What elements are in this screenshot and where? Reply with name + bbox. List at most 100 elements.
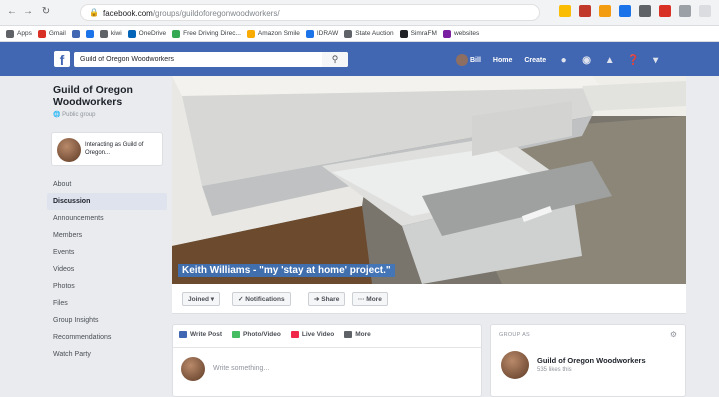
facebook-logo-icon[interactable]: f: [54, 51, 70, 68]
sidebar-item-members[interactable]: Members: [47, 227, 167, 244]
notifications-bell-icon[interactable]: ▲: [604, 55, 615, 66]
sidebar-item-recommendations[interactable]: Recommendations: [47, 329, 167, 346]
apps-grid-icon: [6, 29, 14, 38]
grid-bookmark-icon: [85, 29, 94, 38]
composer-input[interactable]: Write something...: [213, 365, 269, 372]
composer-tabs: Write Post Photo/Video Live Video More: [179, 331, 371, 338]
gear-icon[interactable]: ⚙: [670, 330, 677, 339]
sidebar-item-videos[interactable]: Videos: [47, 261, 167, 278]
bookmark-facebook[interactable]: [71, 29, 80, 38]
search-icon[interactable]: ⚲: [322, 52, 348, 67]
bookmark-label: Gmail: [48, 30, 66, 37]
reload-icon[interactable]: ↻: [40, 6, 52, 18]
forward-arrow-icon[interactable]: →: [22, 6, 34, 18]
bookmark-kiwi[interactable]: kiwi: [99, 29, 122, 38]
star-icon[interactable]: [559, 5, 571, 17]
browser-toolbar: ← → ↻ 🔒 facebook.com/groups/guildoforego…: [0, 0, 719, 26]
tab-label: Live Video: [301, 331, 335, 338]
cover-caption: Keith Williams - "my 'stay at home' proj…: [178, 264, 395, 277]
card-label: GROUP AS: [499, 332, 531, 338]
bookmark-label: Free Driving Direc...: [183, 30, 241, 37]
page-likes: 535 likes this: [537, 367, 572, 373]
menu-dots-icon[interactable]: [699, 5, 711, 17]
more-tab[interactable]: More: [344, 331, 371, 338]
tab-label: More: [355, 331, 371, 338]
write-post-tab[interactable]: Write Post: [179, 331, 222, 338]
header-nav: Bill Home Create ● ◉ ▲ ❓ ▾: [456, 54, 661, 66]
facebook-header: f ⚲ Bill Home Create ● ◉ ▲ ❓ ▾: [0, 42, 719, 76]
bookmark-onedrive[interactable]: OneDrive: [127, 29, 167, 38]
bookmark-radio[interactable]: SimraFM: [399, 29, 437, 38]
sidebar-item-files[interactable]: Files: [47, 295, 167, 312]
avatar: [57, 138, 81, 162]
url-host: facebook.com: [103, 9, 153, 18]
friends-icon[interactable]: ●: [558, 55, 569, 66]
bookmark-label: IDRAW: [316, 30, 339, 37]
group-name[interactable]: Guild of Oregon Woodworkers: [53, 84, 167, 108]
back-arrow-icon[interactable]: ←: [6, 6, 18, 18]
cover-photo[interactable]: [172, 76, 686, 284]
radio-icon: [399, 29, 408, 38]
extension-blue-icon[interactable]: [619, 5, 631, 17]
bookmark-label: kiwi: [110, 30, 122, 37]
sidebar-item-watch-party[interactable]: Watch Party: [47, 346, 167, 363]
extension-red-icon[interactable]: [579, 5, 591, 17]
sidebar-item-announcements[interactable]: Announcements: [47, 210, 167, 227]
more-button[interactable]: ··· More: [352, 292, 388, 306]
bookmark-apps[interactable]: Apps: [6, 29, 32, 38]
account-dropdown-icon[interactable]: ▾: [650, 55, 661, 66]
interacting-as-card[interactable]: Interacting as Guild of Oregon...: [51, 132, 163, 166]
profile-link[interactable]: Bill: [456, 54, 481, 66]
search-input[interactable]: [74, 52, 348, 67]
sidebar-item-group-insights[interactable]: Group Insights: [47, 312, 167, 329]
gmail-icon: [37, 29, 46, 38]
avatar: [456, 54, 468, 66]
group-type-label: Public group: [62, 112, 96, 118]
notifications-button[interactable]: ✓ Notifications: [232, 292, 291, 306]
bookmark-directions[interactable]: Free Driving Direc...: [172, 29, 241, 38]
bookmark-idraw[interactable]: IDRAW: [305, 29, 339, 38]
tab-label: Write Post: [190, 331, 223, 338]
extension-shield-icon[interactable]: [679, 5, 691, 17]
bookmark-label: OneDrive: [138, 30, 167, 37]
sidebar-item-about[interactable]: About: [47, 176, 167, 193]
post-composer: Write Post Photo/Video Live Video More W…: [172, 324, 482, 397]
extension-gray-icon[interactable]: [639, 5, 651, 17]
help-icon[interactable]: ❓: [627, 55, 639, 66]
interacting-as-text: Interacting as Guild of Oregon...: [85, 142, 144, 156]
bookmark-amazon[interactable]: Amazon Smile: [246, 29, 300, 38]
share-button[interactable]: ➔ Share: [308, 292, 346, 306]
extension-orange-icon[interactable]: [599, 5, 611, 17]
divider: [173, 347, 481, 348]
more-icon: [344, 331, 353, 338]
extension-pocket-icon[interactable]: [659, 5, 671, 17]
sidebar-item-photos[interactable]: Photos: [47, 278, 167, 295]
bookmark-label: State Auction: [355, 30, 394, 37]
create-link[interactable]: Create: [524, 57, 546, 64]
home-link[interactable]: Home: [493, 57, 512, 64]
bookmark-gmail[interactable]: Gmail: [37, 29, 66, 38]
address-bar[interactable]: 🔒 facebook.com/groups/guildoforegonwoodw…: [80, 4, 540, 21]
bookmark-grid[interactable]: [85, 29, 94, 38]
page-name[interactable]: Guild of Oregon Woodworkers: [537, 356, 646, 365]
url-text: facebook.com/groups/guildoforegonwoodwor…: [103, 9, 280, 18]
photo-video-tab[interactable]: Photo/Video: [232, 331, 281, 338]
bookmark-auction[interactable]: State Auction: [344, 29, 394, 38]
bookmark-websites[interactable]: websites: [442, 29, 480, 38]
joined-button[interactable]: Joined ▾: [182, 292, 221, 306]
bookmark-label: Amazon Smile: [257, 30, 300, 37]
messenger-icon[interactable]: ◉: [581, 55, 592, 66]
avatar: [181, 357, 205, 381]
group-privacy: 🌐 Public group: [53, 111, 167, 118]
bookmarks-bar: Apps Gmail kiwi OneDrive Free Driving Di…: [0, 26, 719, 42]
sidebar-item-events[interactable]: Events: [47, 244, 167, 261]
bookmark-label: SimraFM: [410, 30, 437, 37]
video-icon: [290, 331, 299, 338]
live-video-tab[interactable]: Live Video: [290, 331, 335, 338]
profile-name: Bill: [470, 56, 481, 64]
sidebar-item-discussion[interactable]: Discussion: [47, 193, 167, 210]
bookmark-label: websites: [453, 30, 480, 37]
lock-icon: 🔒: [89, 8, 99, 17]
cloud-icon: [127, 29, 136, 38]
photo-icon: [232, 331, 241, 338]
